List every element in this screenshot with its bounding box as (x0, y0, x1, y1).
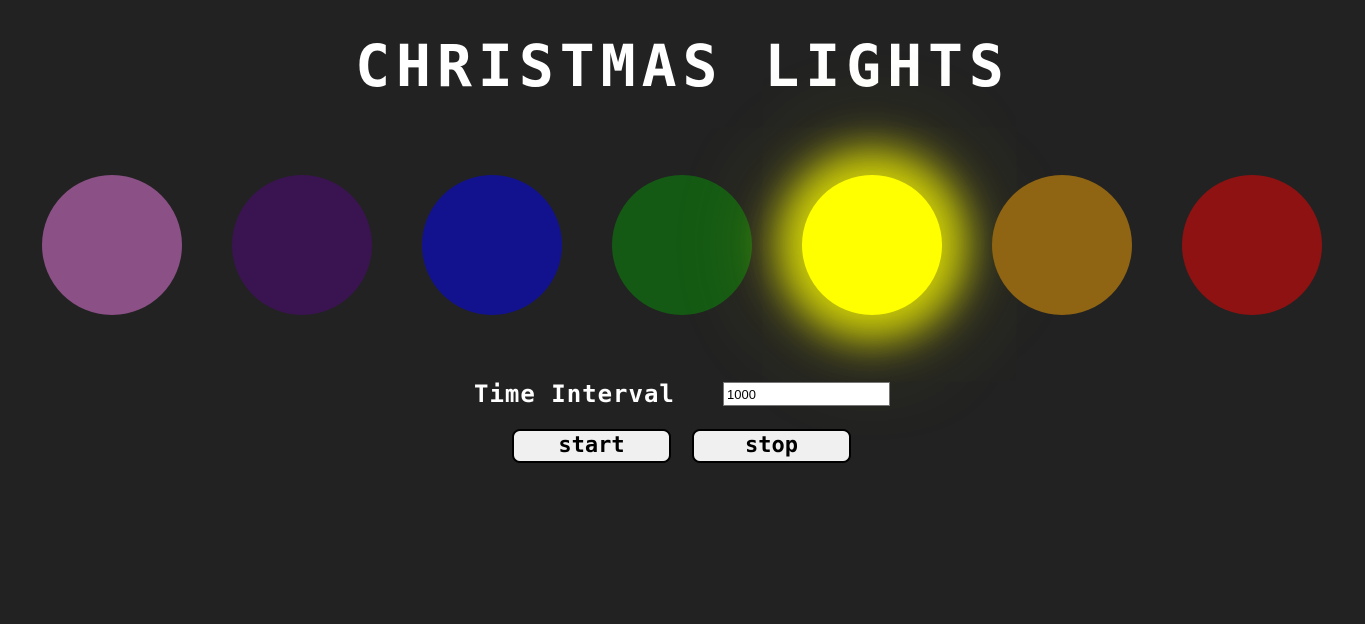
light-yellow (802, 175, 942, 315)
interval-controls: Time Interval (0, 378, 1365, 412)
light-red (1182, 175, 1322, 315)
lights-row (0, 175, 1365, 315)
page-title: CHRISTMAS LIGHTS (355, 32, 1010, 100)
stop-button[interactable]: stop (692, 429, 851, 463)
light-blue (422, 175, 562, 315)
light-orange (992, 175, 1132, 315)
time-interval-label: Time Interval (474, 380, 675, 408)
light-dark-purple (232, 175, 372, 315)
light-purple-pink (42, 175, 182, 315)
time-interval-input[interactable] (723, 382, 890, 406)
start-button[interactable]: start (512, 429, 671, 463)
light-green (612, 175, 752, 315)
